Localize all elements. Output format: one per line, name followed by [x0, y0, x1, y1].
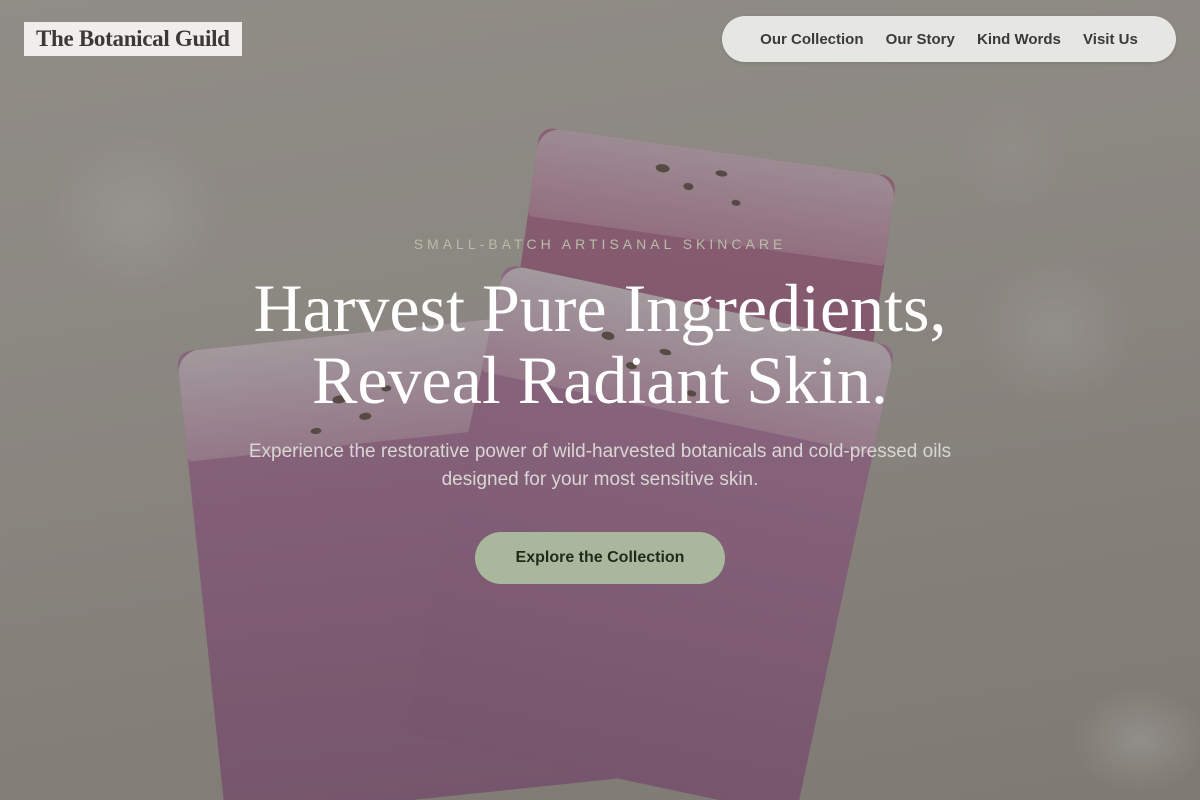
explore-collection-button[interactable]: Explore the Collection [475, 532, 725, 584]
hero-headline: Harvest Pure Ingredients, Reveal Radiant… [0, 272, 1200, 416]
main-nav: Our Collection Our Story Kind Words Visi… [722, 16, 1176, 62]
hero-subtext: Experience the restorative power of wild… [200, 438, 1000, 494]
hero-content: Small-Batch Artisanal Skincare Harvest P… [0, 236, 1200, 584]
headline-line-1: Harvest Pure Ingredients, [253, 270, 947, 346]
hero-section: The Botanical Guild Our Collection Our S… [0, 0, 1200, 800]
nav-link-our-collection[interactable]: Our Collection [760, 31, 863, 48]
nav-link-our-story[interactable]: Our Story [886, 31, 955, 48]
hero-eyebrow: Small-Batch Artisanal Skincare [413, 236, 787, 252]
nav-link-kind-words[interactable]: Kind Words [977, 31, 1061, 48]
brand-logo[interactable]: The Botanical Guild [24, 22, 242, 56]
subtext-line-2: designed for your most sensitive skin. [441, 469, 759, 490]
subtext-line-1: Experience the restorative power of wild… [248, 441, 952, 462]
headline-line-2: Reveal Radiant Skin. [311, 342, 888, 418]
nav-link-visit-us[interactable]: Visit Us [1083, 31, 1138, 48]
